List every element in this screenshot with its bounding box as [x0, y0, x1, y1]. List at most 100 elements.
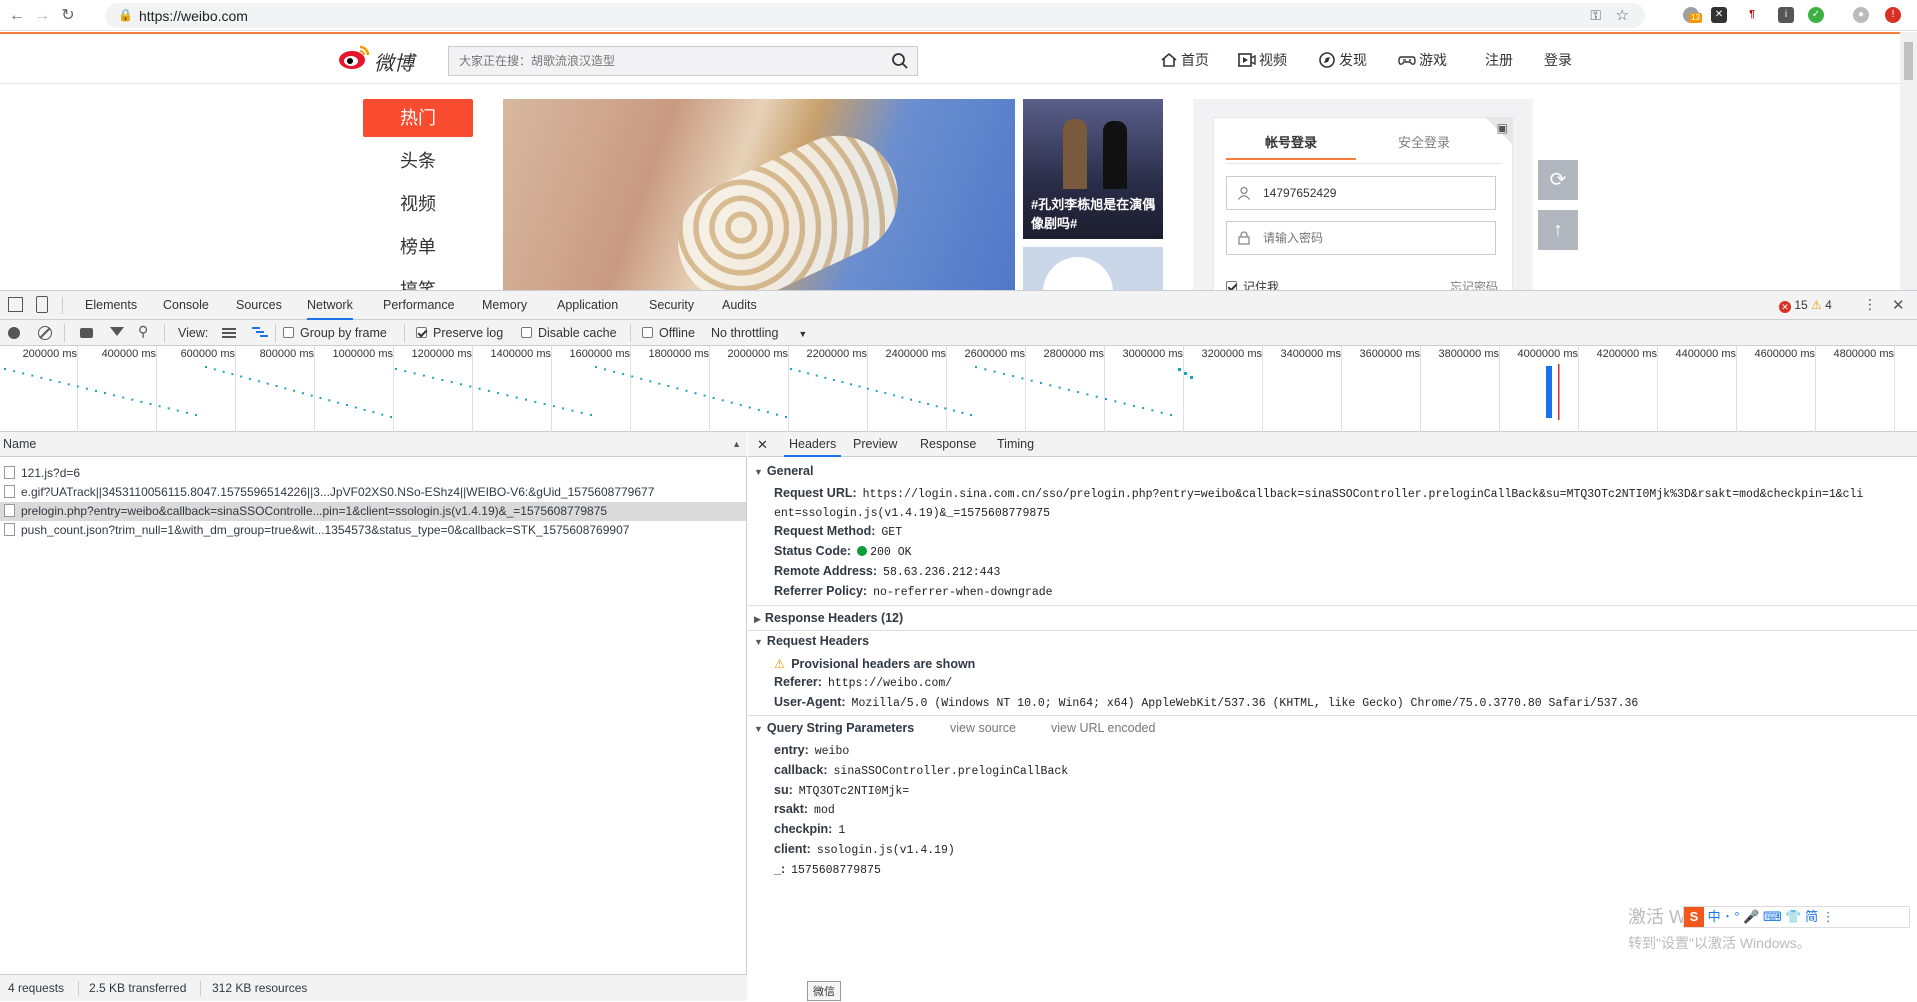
nav-home[interactable]: 首页	[1160, 50, 1209, 70]
password-input[interactable]	[1263, 222, 1488, 254]
news-thumbnail[interactable]: #孔刘李栋旭是在演偶像剧吗#	[1023, 99, 1163, 239]
kebab-menu-icon[interactable]: ⋮	[1863, 296, 1877, 313]
nav-video[interactable]: 视频	[1238, 50, 1287, 70]
tab-account-login[interactable]: 帐号登录	[1226, 132, 1356, 160]
page-scroll-thumb[interactable]	[1904, 42, 1913, 80]
preserve-log-checkbox[interactable]	[416, 327, 427, 338]
page-scrollbar[interactable]	[1900, 32, 1917, 290]
tab-headers[interactable]: Headers	[784, 432, 842, 457]
close-details-icon[interactable]: ✕	[757, 432, 768, 457]
star-icon[interactable]: ☆	[1616, 6, 1629, 24]
tab-console[interactable]: Console	[163, 291, 209, 320]
disable-cache-toggle[interactable]: Disable cache	[521, 325, 617, 341]
waterfall-request-mark	[195, 414, 197, 416]
network-overview-timeline[interactable]: 200000 ms 400000 ms 600000 ms 800000 ms 1000…	[0, 346, 1917, 432]
reload-icon[interactable]: ↻	[57, 5, 79, 27]
login-link[interactable]: 登录	[1544, 50, 1572, 70]
menu-headlines[interactable]: 头条	[363, 142, 473, 180]
tab-security[interactable]: Security	[649, 291, 694, 320]
tab-sources[interactable]: Sources	[236, 291, 282, 320]
throttling-select[interactable]: No throttling ▼	[711, 325, 807, 342]
weibo-search-input[interactable]	[449, 47, 879, 75]
password-field[interactable]	[1226, 221, 1496, 255]
name-column-header[interactable]: Name	[3, 437, 36, 451]
clear-icon[interactable]	[38, 326, 52, 340]
tab-application[interactable]: Application	[557, 291, 618, 320]
tab-preview[interactable]: Preview	[853, 432, 897, 457]
extension-x-icon[interactable]: ✕	[1711, 7, 1727, 23]
device-toolbar-icon[interactable]	[36, 296, 48, 313]
group-by-frame-toggle[interactable]: Group by frame	[283, 325, 387, 341]
remember-me[interactable]: 记住我	[1226, 278, 1279, 290]
general-section-header[interactable]: ▼ General	[754, 464, 813, 478]
remember-checkbox[interactable]	[1226, 281, 1237, 290]
ime-toolbar[interactable]: S 中 ･ ° 🎤 ⌨ 👕 简 ⋮	[1683, 906, 1910, 928]
tab-timing[interactable]: Timing	[997, 432, 1034, 457]
info-extension-icon[interactable]: i	[1778, 7, 1794, 23]
qr-code-icon[interactable]: ▣	[1497, 121, 1508, 135]
ime-status-icons[interactable]: 中 ･ ° 🎤 ⌨ 👕 简 ⋮	[1708, 909, 1835, 924]
refresh-side-icon[interactable]: ⟳	[1538, 160, 1578, 200]
waterfall-request-mark	[67, 383, 70, 386]
query-string-section-header[interactable]: ▼ Query String Parameters	[754, 721, 914, 735]
close-devtools-icon[interactable]: ✕	[1892, 296, 1905, 314]
username-field[interactable]	[1226, 176, 1496, 210]
nav-discover[interactable]: 发现	[1318, 50, 1367, 70]
request-headers-section-header[interactable]: ▼ Request Headers	[754, 634, 869, 648]
menu-funny[interactable]: 搞笑	[363, 271, 473, 290]
menu-ranking[interactable]: 榜单	[363, 228, 473, 266]
address-bar[interactable]: 🔒 https://weibo.com ⚿ ☆	[105, 3, 1645, 28]
search-icon[interactable]: ⚲	[138, 323, 148, 340]
waterfall-view-icon[interactable]	[252, 327, 268, 339]
sort-ascending-icon[interactable]: ▲	[732, 432, 741, 457]
key-icon[interactable]: ⚿	[1590, 7, 1601, 24]
forward-icon[interactable]: →	[31, 5, 53, 27]
back-to-top-icon[interactable]: ↑	[1538, 210, 1578, 250]
record-icon[interactable]	[8, 327, 20, 339]
request-list-header[interactable]: Name ▲	[0, 432, 747, 457]
tab-secure-login[interactable]: 安全登录	[1359, 132, 1489, 158]
list-view-icon[interactable]	[222, 328, 236, 338]
inspect-element-icon[interactable]	[8, 297, 23, 312]
group-by-frame-checkbox[interactable]	[283, 327, 294, 338]
waterfall-request-mark	[562, 407, 565, 410]
nav-games[interactable]: 游戏	[1398, 50, 1447, 70]
tab-response[interactable]: Response	[920, 432, 976, 457]
username-input[interactable]	[1263, 177, 1488, 209]
disable-cache-checkbox[interactable]	[521, 327, 532, 338]
tab-memory[interactable]: Memory	[482, 291, 527, 320]
extension-pilcrow-icon[interactable]: ¶	[1744, 7, 1760, 23]
preserve-log-toggle[interactable]: Preserve log	[416, 325, 503, 341]
tab-audits[interactable]: Audits	[722, 291, 757, 320]
view-url-encoded-link[interactable]: view URL encoded	[1051, 721, 1155, 735]
menu-video[interactable]: 视频	[363, 185, 473, 223]
extension-icon[interactable]: 13	[1683, 7, 1702, 23]
tab-elements[interactable]: Elements	[85, 291, 137, 320]
request-row[interactable]: e.gif?UATrack||3453110056115.8047.157559…	[0, 483, 746, 502]
sogou-ime-icon[interactable]: S	[1684, 907, 1704, 927]
request-row[interactable]: push_count.json?trim_null=1&with_dm_grou…	[0, 521, 746, 540]
menu-hot[interactable]: 热门	[363, 99, 473, 137]
profile-avatar-icon[interactable]: ●	[1853, 7, 1869, 23]
error-counter[interactable]: ✕ 15 ⚠ 4	[1779, 298, 1832, 313]
view-source-link[interactable]: view source	[950, 721, 1016, 735]
offline-toggle[interactable]: Offline	[642, 325, 695, 341]
weibo-search-box[interactable]	[448, 46, 918, 76]
search-icon[interactable]	[891, 52, 909, 70]
weibo-logo[interactable]: 微博	[338, 43, 418, 75]
cartoon-thumbnail[interactable]	[1023, 247, 1163, 290]
extension-check-icon[interactable]: ✓	[1808, 7, 1824, 23]
request-row[interactable]: 121.js?d=6	[0, 464, 746, 483]
register-link[interactable]: 注册	[1485, 50, 1513, 70]
request-row-selected[interactable]: prelogin.php?entry=weibo&callback=sinaSS…	[0, 502, 746, 521]
hero-banner-image[interactable]	[503, 99, 1015, 290]
forgot-password-link[interactable]: 忘记密码	[1450, 278, 1498, 290]
response-headers-section-header[interactable]: ▶ Response Headers (12)	[754, 611, 903, 625]
tab-performance[interactable]: Performance	[383, 291, 455, 320]
update-menu-icon[interactable]: !	[1885, 7, 1901, 23]
offline-checkbox[interactable]	[642, 327, 653, 338]
tab-network[interactable]: Network	[307, 291, 353, 320]
screenshot-camera-icon[interactable]	[80, 328, 93, 338]
filter-icon[interactable]	[110, 327, 124, 336]
back-icon[interactable]: ←	[6, 5, 28, 27]
